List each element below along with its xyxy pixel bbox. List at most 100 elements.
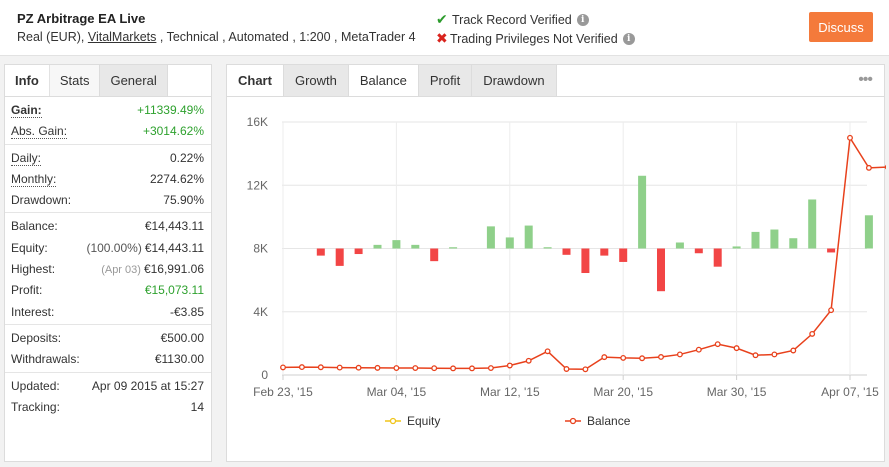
balance-point	[317, 364, 324, 371]
legend-equity-marker	[389, 417, 397, 425]
daily-value: 0.22%	[169, 150, 204, 165]
account-meta: Real (EUR), VitalMarkets , Technical , A…	[17, 30, 416, 44]
balance-label: Balance:	[11, 219, 58, 234]
cross-icon: ✖	[436, 30, 448, 46]
profit-bar	[316, 248, 325, 256]
abs-gain-value: +3014.62%	[142, 124, 204, 139]
gain-value: +11339.49%	[137, 103, 204, 117]
x-tick-label: Mar 12, '15	[480, 385, 540, 399]
abs-gain-label[interactable]: Abs. Gain:	[11, 124, 68, 140]
profit-bar	[864, 215, 873, 249]
balance-point	[544, 348, 551, 355]
legend-balance-label: Balance	[587, 414, 631, 428]
stat-row-gain: Gain: +11339.49%	[5, 99, 211, 120]
account-details: , Technical , Automated , 1:200 , MetaTr…	[156, 30, 416, 44]
y-tick-label: 12K	[247, 178, 268, 192]
profit-bar	[449, 247, 458, 249]
balance-point	[601, 354, 608, 361]
trading-privileges-not-verified: ✖ Trading Privileges Not Verified i	[436, 30, 635, 47]
y-tick-label: 0	[261, 368, 268, 382]
equity-value: €14,443.11	[144, 240, 204, 255]
stat-row-balance: Balance: €14,443.11	[5, 215, 211, 236]
profit-bar	[713, 248, 722, 267]
balance-point	[563, 366, 570, 372]
highest-value: €16,991.06	[143, 262, 204, 277]
info-icon[interactable]: i	[622, 32, 635, 45]
profit-bar	[619, 248, 628, 262]
tracking-value: 14	[190, 399, 204, 414]
stat-row-monthly: Monthly: 2274.62%	[5, 168, 211, 189]
balance-point	[714, 341, 721, 348]
profit-bar	[562, 248, 571, 255]
discuss-button[interactable]: Discuss	[809, 12, 873, 42]
profit-bar	[335, 248, 344, 266]
drawdown-label: Drawdown:	[11, 193, 72, 208]
balance-point	[487, 365, 494, 371]
monthly-label[interactable]: Monthly:	[11, 172, 57, 187]
balance-point	[431, 365, 438, 372]
daily-label[interactable]: Daily:	[11, 151, 42, 166]
balance-point	[412, 365, 419, 371]
balance-point	[450, 365, 457, 372]
profit-bar	[600, 248, 609, 256]
updated-label: Updated:	[11, 378, 60, 393]
profit-bar	[751, 231, 760, 249]
performance-group: Daily: 0.22% Monthly: 2274.62% Drawdown:…	[5, 145, 211, 214]
profit-label: Profit:	[11, 283, 43, 298]
x-tick-label: Mar 20, '15	[593, 385, 653, 399]
equity-value-wrap: (100.00%) €14,443.11	[86, 241, 204, 255]
balance-point	[620, 354, 627, 361]
profit-bar	[732, 246, 741, 249]
balance-point	[506, 362, 513, 369]
balance-point	[752, 352, 759, 359]
tab-info[interactable]: Info	[5, 65, 49, 96]
profit-bar	[675, 242, 684, 249]
profit-value: €15,073.11	[144, 283, 204, 298]
profit-bar	[505, 237, 514, 249]
profit-bar	[430, 248, 439, 262]
profit-bar	[827, 248, 836, 253]
balance-point	[336, 364, 343, 371]
balance-point	[809, 330, 816, 337]
balance-point	[847, 134, 853, 141]
profit-bar	[373, 244, 382, 249]
balance-point	[828, 307, 835, 314]
profit-bar	[808, 199, 817, 249]
x-tick-label: Mar 04, '15	[367, 385, 427, 399]
deposits-group: Deposits: €500.00 Withdrawals: €1130.00	[5, 325, 211, 373]
balance-point	[639, 355, 646, 362]
stat-row-highest: Highest: (Apr 03) €16,991.06	[5, 258, 211, 279]
equity-note: (100.00%)	[86, 240, 142, 255]
stat-row-tracking: Tracking: 14	[5, 396, 211, 417]
withdrawals-value: €1130.00	[154, 352, 204, 367]
profit-bar	[657, 248, 665, 292]
balance-point	[865, 164, 872, 171]
stat-row-equity: Equity: (100.00%) €14,443.11	[5, 237, 211, 258]
updated-value: Apr 09 2015 at 15:27	[91, 378, 204, 393]
tracking-label: Tracking:	[11, 399, 60, 414]
y-tick-label: 4K	[253, 305, 268, 319]
balance-chart: 0 4K 8K 12K 16K Feb 23, '15 Mar 04, '15 Mar 12,…	[247, 115, 886, 428]
trading-privileges-label: Trading Privileges Not Verified	[450, 31, 618, 46]
gain-label[interactable]: Gain:	[11, 103, 42, 118]
broker-link[interactable]: VitalMarkets	[88, 30, 157, 44]
track-record-label: Track Record Verified	[452, 12, 572, 27]
info-icon[interactable]: i	[576, 13, 589, 26]
balance-point	[695, 346, 702, 353]
stat-row-abs-gain: Abs. Gain: +3014.62%	[5, 120, 211, 141]
deposits-value: €500.00	[160, 330, 204, 345]
gain-group: Gain: +11339.49% Abs. Gain: +3014.62%	[5, 97, 211, 145]
balance-point	[658, 354, 664, 360]
tab-stats[interactable]: Stats	[48, 65, 100, 96]
tab-general[interactable]: General	[99, 65, 168, 96]
balance-point	[771, 351, 778, 358]
y-tick-label: 8K	[253, 242, 268, 256]
withdrawals-label: Withdrawals:	[11, 352, 80, 367]
track-record-verified: ✔ Track Record Verified i	[436, 11, 589, 28]
stat-row-withdrawals: Withdrawals: €1130.00	[5, 348, 211, 369]
profit-bar	[543, 247, 552, 249]
highest-label: Highest:	[11, 262, 56, 277]
interest-label: Interest:	[11, 304, 55, 319]
stat-row-daily: Daily: 0.22%	[5, 147, 211, 168]
balance-point	[676, 351, 683, 358]
